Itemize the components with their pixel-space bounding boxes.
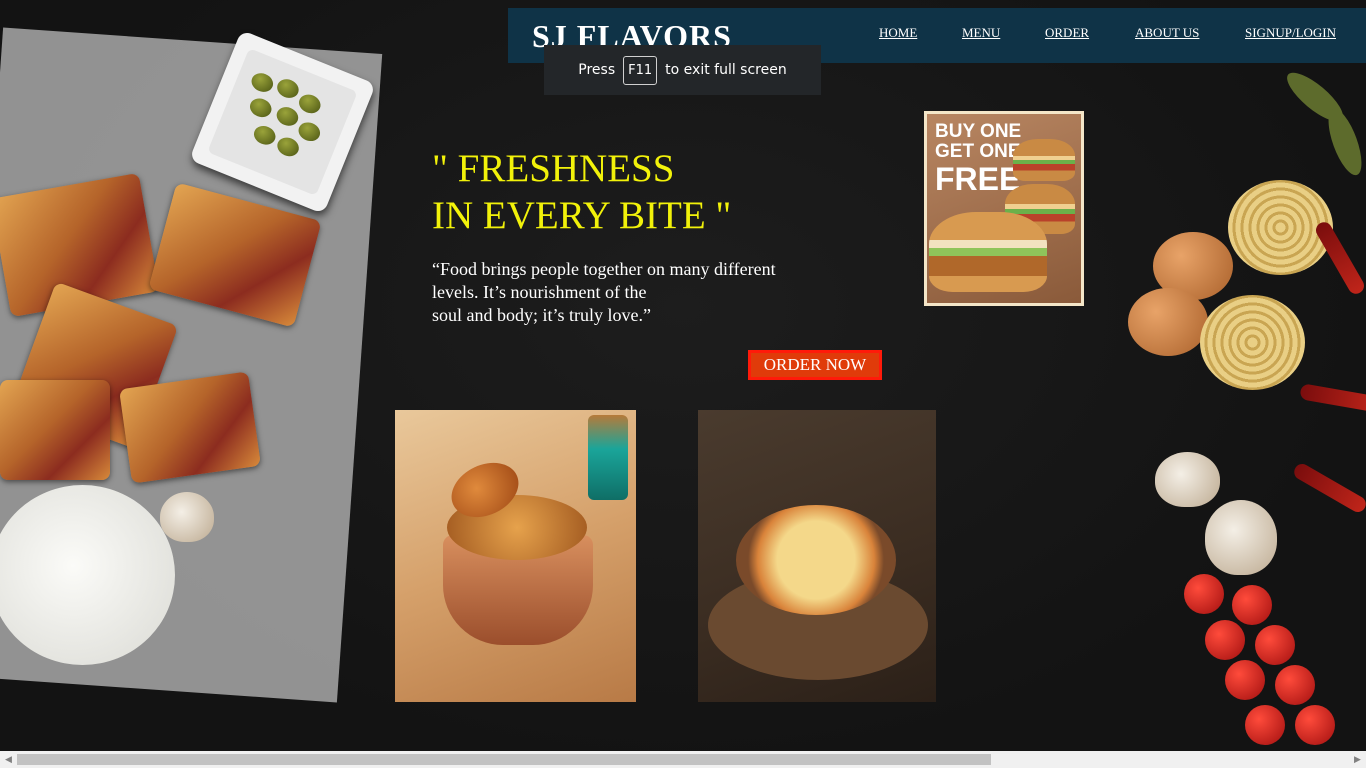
pizza-pan-image: [736, 505, 896, 615]
promo-line-3: FREE: [935, 161, 1021, 197]
egg-decoration: [1128, 288, 1208, 356]
tomato-decoration: [1295, 705, 1335, 745]
tomato-decoration: [1184, 574, 1224, 614]
arrow-left-icon[interactable]: ◀: [0, 751, 17, 768]
quote-line-2: levels. It’s nourishment of the: [432, 282, 647, 302]
nav-link-about-us[interactable]: ABOUT US: [1135, 25, 1199, 41]
scrollbar-thumb[interactable]: [17, 754, 991, 765]
lantern-image: [588, 415, 628, 500]
mushroom-decoration: [1205, 500, 1277, 575]
pizza-slice-decoration: [0, 380, 110, 480]
quote-line-1: “Food brings people together on many dif…: [432, 259, 776, 279]
mushroom-decoration: [160, 492, 214, 542]
nav-link-menu[interactable]: MENU: [962, 25, 1000, 41]
nav-link-home[interactable]: HOME: [879, 25, 917, 41]
quote-line-3: soul and body; it’s truly love.”: [432, 305, 651, 325]
tomato-decoration: [1225, 660, 1265, 700]
biryani-photo[interactable]: [395, 410, 636, 702]
tomato-decoration: [1275, 665, 1315, 705]
promo-text: BUY ONE GET ONE FREE: [935, 121, 1022, 197]
burger-image: [1013, 139, 1075, 181]
tomato-decoration: [1245, 705, 1285, 745]
nav-link-order[interactable]: ORDER: [1045, 25, 1089, 41]
hero-headline: " FRESHNESS IN EVERY BITE ": [432, 145, 731, 239]
headline-line-1: " FRESHNESS: [432, 147, 675, 190]
fullscreen-exit-toast: Press F11 to exit full screen: [544, 45, 821, 95]
headline-line-2: IN EVERY BITE ": [432, 194, 732, 237]
horizontal-scrollbar[interactable]: ◀ ▶: [0, 751, 1366, 768]
promo-advertisement[interactable]: BUY ONE GET ONE FREE: [924, 111, 1084, 306]
pizza-slice-decoration: [119, 371, 261, 484]
arrow-right-icon[interactable]: ▶: [1349, 751, 1366, 768]
tomato-decoration: [1205, 620, 1245, 660]
nav-link-signup-login[interactable]: SIGNUP/LOGIN: [1245, 25, 1336, 41]
burger-image: [929, 212, 1047, 292]
tomato-decoration: [1255, 625, 1295, 665]
mushroom-decoration: [1155, 452, 1220, 507]
toast-suffix: to exit full screen: [665, 62, 787, 78]
keyboard-key-f11: F11: [623, 55, 658, 85]
tomato-decoration: [1232, 585, 1272, 625]
promo-line-2: GET ONE: [935, 141, 1021, 162]
hero-quote: “Food brings people together on many dif…: [432, 258, 832, 327]
promo-line-1: BUY ONE: [935, 121, 1022, 142]
order-now-button[interactable]: ORDER NOW: [748, 350, 882, 380]
pizza-photo[interactable]: [698, 410, 936, 702]
toast-prefix: Press: [578, 62, 616, 78]
pasta-nest-decoration: [1200, 295, 1305, 390]
